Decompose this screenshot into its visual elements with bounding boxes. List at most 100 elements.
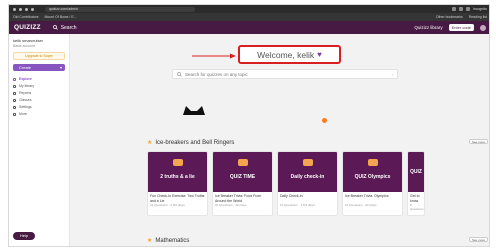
main-content: Welcome, kelik ♥ › ★ Ice-breakers and Be… xyxy=(71,34,489,246)
arrow-right-icon xyxy=(192,53,236,59)
see-more-button[interactable]: See more xyxy=(469,139,488,144)
quiz-badge-icon xyxy=(173,159,183,166)
card-thumbnail: QUIZ TIME xyxy=(213,152,272,192)
bookmark-item[interactable]: Reading list xyxy=(469,15,487,19)
see-more-button[interactable]: See more xyxy=(469,237,488,242)
quiz-search-bar[interactable]: › xyxy=(172,69,398,79)
star-icon: ★ xyxy=(147,238,153,244)
card-thumbnail: 2 truths & a lie xyxy=(148,152,207,192)
sidebar-item-label: Classes xyxy=(19,98,32,102)
home-icon[interactable] xyxy=(31,7,34,11)
star-icon: ★ xyxy=(147,140,153,146)
section-title-text: Mathematics xyxy=(155,237,190,244)
card-meta: 8 Questions xyxy=(410,203,424,211)
upgrade-button[interactable]: Upgrade to Super xyxy=(13,52,65,60)
avatar[interactable] xyxy=(480,24,486,31)
card-meta: 20 Questions · 42 plays xyxy=(215,203,247,207)
section-title-text: Ice-breakers and Bell Ringers xyxy=(155,139,235,146)
class-icon xyxy=(13,99,16,102)
compass-icon xyxy=(13,78,16,81)
section-title: ★ Ice-breakers and Bell Ringers xyxy=(147,139,235,147)
card-meta: 10 Questions · 1.1M plays xyxy=(280,203,315,207)
quiz-badge-icon xyxy=(238,159,248,166)
search-input[interactable] xyxy=(185,71,385,77)
card-thumbnail: QUIZ xyxy=(408,152,424,192)
header-search[interactable]: Search xyxy=(52,24,77,31)
quiz-card[interactable]: 2 truths & a lie Fun Check-In Exercise: … xyxy=(147,151,208,216)
user-name: kelik smarcruiser xyxy=(13,38,44,43)
sidebar-item-library[interactable]: My library xyxy=(13,83,65,90)
card-title: Ice Breaker Trivia: Olympics xyxy=(345,194,389,198)
sidebar-item-label: Explore xyxy=(19,77,32,81)
library-icon xyxy=(13,85,16,88)
card-thumbnail: Daily check-in xyxy=(278,152,337,192)
thumb-text: QUIZ Olympics xyxy=(354,174,391,180)
quiz-badge-icon xyxy=(303,159,313,166)
extension-icon[interactable] xyxy=(451,7,456,11)
bookmark-item[interactable]: Other bookmarks xyxy=(436,15,463,19)
star-bookmark-icon[interactable] xyxy=(458,7,463,11)
sidebar-item-label: Reports xyxy=(19,91,32,95)
library-link[interactable]: Quizizz library xyxy=(414,25,442,30)
thumb-text: Daily check-in xyxy=(290,174,325,180)
bookmark-item[interactable]: Old Contributors xyxy=(13,15,38,19)
sidebar-item-label: More xyxy=(19,112,27,116)
card-title: Daily Check-in xyxy=(280,194,303,198)
welcome-banner: Welcome, kelik ♥ xyxy=(238,45,341,64)
thumb-text: QUIZ TIME xyxy=(229,174,256,180)
card-meta: 21 Questions · 62 plays xyxy=(345,203,377,207)
heart-icon: ♥ xyxy=(317,50,322,59)
quiz-card[interactable]: QUIZ Get to know me 8 Questions xyxy=(407,151,425,216)
cat-ears-icon xyxy=(183,106,205,115)
quiz-card-row: 2 truths & a lie Fun Check-In Exercise: … xyxy=(147,151,425,216)
sidebar-item-label: My library xyxy=(19,84,35,88)
sidebar-item-settings[interactable]: Settings xyxy=(13,104,65,111)
pumpkin-icon xyxy=(322,118,327,123)
card-meta: 21 Questions · 2.2M plays xyxy=(150,203,185,207)
browser-toolbar: quizizz.com/admin Incognito xyxy=(9,5,489,13)
profile-icon[interactable] xyxy=(465,7,470,11)
sidebar-item-label: Settings xyxy=(19,105,32,109)
thumb-text: 2 truths & a lie xyxy=(160,174,195,180)
create-button[interactable]: Create xyxy=(13,64,65,71)
browser-actions: Incognito xyxy=(451,7,487,11)
sidebar: kelik smarcruiser Basic account Upgrade … xyxy=(9,34,70,246)
card-thumbnail: QUIZ Olympics xyxy=(343,152,402,192)
app-header: QUIZIZZ Search Quizizz library Enter cod… xyxy=(9,21,489,34)
profile-label[interactable]: Incognito xyxy=(473,7,487,11)
sidebar-item-classes[interactable]: Classes xyxy=(13,97,65,104)
bookmark-item[interactable]: Mount Of Bows / E... xyxy=(44,15,76,19)
help-button[interactable]: Help xyxy=(13,232,35,240)
help-label: Help xyxy=(19,233,29,238)
sidebar-item-reports[interactable]: Reports xyxy=(13,90,65,97)
quiz-card[interactable]: QUIZ TIME Ice Breaker Trivia: Food From … xyxy=(212,151,273,216)
search-icon xyxy=(177,71,182,77)
quiz-card[interactable]: Daily check-in Daily Check-in 10 Questio… xyxy=(277,151,338,216)
card-title: Ice Breaker Trivia: Food From Around the… xyxy=(215,194,262,202)
sidebar-item-more[interactable]: More xyxy=(13,111,65,118)
reload-icon[interactable] xyxy=(25,7,28,11)
sidebar-item-explore[interactable]: Explore xyxy=(13,76,65,83)
back-icon[interactable] xyxy=(13,7,16,11)
card-title: Get to know me xyxy=(410,194,420,202)
browser-window: quizizz.com/admin Incognito Old Contribu… xyxy=(8,4,490,247)
card-title: Fun Check-In Exercise: Two Truths and a … xyxy=(150,194,205,202)
quiz-badge-icon xyxy=(368,159,378,166)
thumb-text: QUIZ xyxy=(410,169,422,175)
quizizz-logo[interactable]: QUIZIZZ xyxy=(14,24,41,31)
welcome-text: Welcome, kelik xyxy=(257,49,315,60)
header-search-label: Search xyxy=(60,24,77,31)
chart-icon xyxy=(13,92,16,95)
section-title: ★ Mathematics xyxy=(147,237,190,245)
enter-code-button[interactable]: Enter code xyxy=(448,24,474,31)
quiz-card[interactable]: QUIZ Olympics Ice Breaker Trivia: Olympi… xyxy=(342,151,403,216)
create-label: Create xyxy=(19,65,32,70)
more-icon xyxy=(13,113,16,116)
sidebar-nav: Explore My library Reports Classes Setti… xyxy=(13,76,65,118)
gear-icon xyxy=(13,106,16,109)
chevron-right-icon[interactable]: › xyxy=(392,72,393,77)
bookmarks-bar: Old Contributors Mount Of Bows / E... Ot… xyxy=(9,13,489,21)
forward-icon[interactable] xyxy=(19,7,22,11)
search-icon xyxy=(52,25,58,30)
address-bar[interactable]: quizizz.com/admin xyxy=(45,6,195,12)
